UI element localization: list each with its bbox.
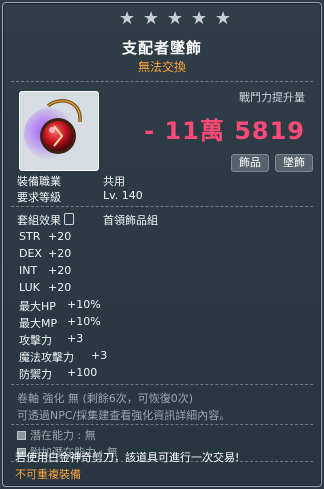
item-title: 支配者墜飾: [121, 39, 202, 57]
divider: [11, 384, 313, 386]
lock-icon: [64, 213, 74, 225]
star-icon: ★: [143, 8, 160, 29]
stat-value: +20: [48, 230, 72, 243]
stat-label: LUK: [19, 281, 40, 294]
pendant-icon: [24, 99, 82, 160]
stat-value: +100: [67, 366, 98, 379]
stat-label: 最大HP: [19, 300, 56, 313]
requirement-value: Lv. 140: [103, 189, 143, 202]
requirement-label: 要求等級: [17, 191, 61, 204]
tag-pendant: 墜飾: [275, 154, 313, 172]
star-icon: ★: [215, 8, 232, 29]
stat-value: +10%: [67, 298, 101, 311]
stat-value: +3: [91, 349, 108, 362]
stat-value: +20: [48, 247, 72, 260]
star-icon: ★: [119, 8, 136, 29]
set-effect-value: 首領飾品組: [103, 214, 158, 227]
stat-value: +20: [48, 264, 72, 277]
item-icon-frame[interactable]: [19, 91, 99, 171]
power-change-value: - 11萬 5819: [144, 117, 305, 145]
set-effect-label-wrap: 套組效果: [17, 212, 74, 228]
stat-label: STR: [19, 230, 41, 243]
stat-label: 魔法攻擊力: [19, 351, 74, 364]
item-tooltip: ★ ★ ★ ★ ★ 支配者墜飾 無法交換 戰鬥力提升量 - 11萬 5819 飾…: [2, 2, 322, 487]
stat-label: INT: [19, 264, 38, 277]
potential-info: 潛在能力 : 無: [30, 429, 96, 442]
stat-label: DEX: [19, 247, 42, 260]
requirement-label: 裝備職業: [17, 175, 61, 188]
npc-enhance-note: 可透過NPC/採集建查看強化資訊詳細內容。: [17, 409, 231, 422]
stat-value: +20: [48, 281, 72, 294]
star-icon: ★: [191, 8, 208, 29]
divider: [11, 206, 313, 208]
platinum-scissors-note: 若使用白金神奇剪刀，該道具可進行一次交易!: [15, 451, 240, 464]
star-icon: ★: [167, 8, 184, 29]
stat-value: +3: [67, 332, 84, 345]
power-change-label: 戰鬥力提升量: [239, 91, 305, 104]
stat-label: 攻擊力: [19, 334, 52, 347]
tag-accessory: 飾品: [231, 154, 269, 172]
stat-label: 防禦力: [19, 368, 52, 381]
divider: [11, 424, 313, 426]
trade-status: 無法交換: [137, 60, 186, 74]
no-duplicate-note: 不可重複裝備: [15, 468, 81, 481]
stat-label: 最大MP: [19, 317, 58, 330]
set-effect-label: 套組效果: [17, 214, 61, 227]
requirement-value: 共用: [103, 175, 125, 188]
scroll-enhance-info: 卷軸 強化 無 (剩餘6次，可恢復0次): [17, 392, 194, 405]
potential-bullet-icon: [17, 431, 26, 440]
divider: [11, 81, 313, 83]
stat-value: +10%: [67, 315, 101, 328]
